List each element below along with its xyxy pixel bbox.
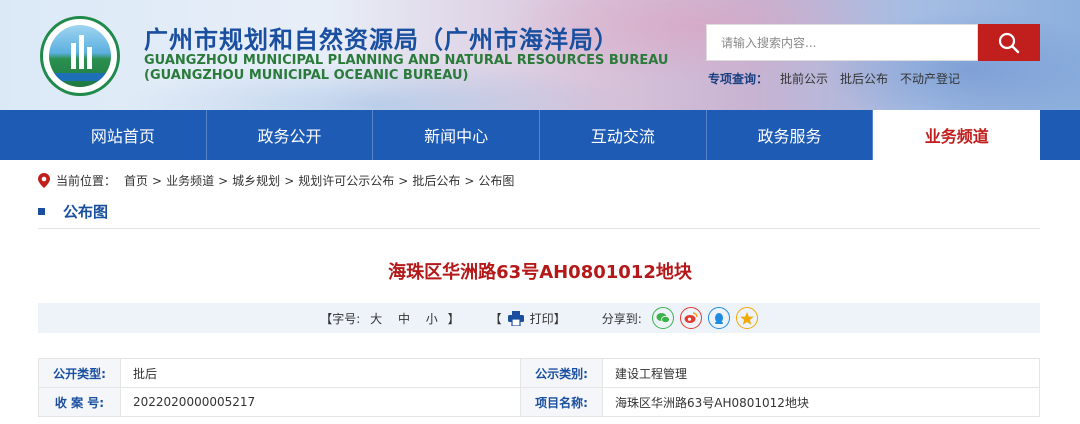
breadcrumb-separator: > <box>464 173 475 188</box>
quick-link-post-publication[interactable]: 批后公布 <box>840 70 888 87</box>
site-title-cn: 广州市规划和自然资源局（广州市海洋局） <box>144 26 619 54</box>
qq-icon[interactable] <box>707 307 730 329</box>
breadcrumb-business-channel[interactable]: 业务频道 <box>166 172 214 189</box>
quick-query-label: 专项查询： <box>708 72 769 86</box>
location-pin-icon <box>38 173 50 188</box>
font-size-large[interactable]: 大 <box>370 312 382 326</box>
table-label: 项目名称: <box>520 387 603 417</box>
breadcrumb-label: 当前位置： <box>56 174 117 188</box>
divider <box>38 228 1040 229</box>
breadcrumb-post-publication[interactable]: 批后公布 <box>412 172 460 189</box>
wechat-icon[interactable] <box>651 307 674 329</box>
share-bar: 分享到: <box>602 307 758 329</box>
nav-interaction[interactable]: 互动交流 <box>540 110 707 160</box>
font-size-control: 【字号: 大 中 小 】 <box>320 310 459 327</box>
printer-icon <box>507 310 524 326</box>
search-placeholder: 请输入搜索内容... <box>721 36 817 50</box>
nav-government-affairs[interactable]: 政务公开 <box>207 110 374 160</box>
table-label: 公示类别: <box>520 358 603 388</box>
table-value: 建设工程管理 <box>602 358 1040 388</box>
section-heading: 公布图 <box>38 201 108 222</box>
quick-query: 专项查询： 批前公示 批后公布 不动产登记 <box>708 70 960 87</box>
breadcrumb-urban-planning[interactable]: 城乡规划 <box>232 172 280 189</box>
breadcrumb-home[interactable]: 首页 <box>124 172 148 189</box>
info-table: 公开类型: 批后 公示类别: 建设工程管理 收 案 号: 20220200000… <box>38 358 1040 417</box>
font-size-medium[interactable]: 中 <box>398 312 410 326</box>
quick-link-pre-publicity[interactable]: 批前公示 <box>780 70 828 87</box>
nav-home[interactable]: 网站首页 <box>40 110 207 160</box>
font-size-label: 【字号: <box>320 311 361 326</box>
site-title-en: GUANGZHOU MUNICIPAL PLANNING AND NATURAL… <box>144 53 669 68</box>
nav-services[interactable]: 政务服务 <box>707 110 874 160</box>
qzone-icon[interactable] <box>735 307 758 329</box>
document-title: 海珠区华洲路63号AH0801012地块 <box>388 262 692 283</box>
table-value: 2022020000005217 <box>120 387 521 417</box>
table-value: 批后 <box>120 358 521 388</box>
print-bracket-open: 【 <box>489 311 502 326</box>
print-button[interactable]: 【 打印 】 <box>490 310 566 327</box>
search-icon <box>998 32 1020 53</box>
main-nav: 网站首页 政务公开 新闻中心 互动交流 政务服务 业务频道 <box>0 110 1080 160</box>
breadcrumb-separator: > <box>152 173 163 188</box>
weibo-icon[interactable] <box>679 307 702 329</box>
article-toolbar: 【字号: 大 中 小 】 【 打印 】 分享到: <box>38 303 1040 333</box>
table-label: 收 案 号: <box>38 387 121 417</box>
nav-news[interactable]: 新闻中心 <box>373 110 541 160</box>
font-size-small[interactable]: 小 <box>426 312 438 326</box>
table-row: 收 案 号: 2022020000005217 项目名称: 海珠区华洲路63号A… <box>38 387 1040 417</box>
breadcrumb-permit-publicity[interactable]: 规划许可公示公布 <box>298 172 394 189</box>
print-bracket-close: 】 <box>553 311 566 326</box>
search-input[interactable]: 请输入搜索内容... <box>706 24 978 61</box>
font-size-close: 】 <box>447 311 460 326</box>
search-button[interactable] <box>978 24 1040 61</box>
table-label: 公开类型: <box>38 358 121 388</box>
breadcrumb-current[interactable]: 公布图 <box>478 172 514 189</box>
section-title: 公布图 <box>63 203 109 221</box>
share-label: 分享到: <box>601 311 642 326</box>
site-title-en-sub: (GUANGZHOU MUNICIPAL OCEANIC BUREAU) <box>144 68 469 83</box>
square-bullet-icon <box>38 208 45 215</box>
quick-link-real-estate[interactable]: 不动产登记 <box>900 70 960 87</box>
breadcrumb-separator: > <box>218 173 229 188</box>
breadcrumb-separator: > <box>284 173 295 188</box>
breadcrumb: 当前位置： 首页 > 业务频道 > 城乡规划 > 规划许可公示公布 > 批后公布… <box>38 172 514 189</box>
nav-business-channel[interactable]: 业务频道 <box>873 110 1041 160</box>
site-header: 广州市规划和自然资源局（广州市海洋局） GUANGZHOU MUNICIPAL … <box>0 0 1080 110</box>
table-row: 公开类型: 批后 公示类别: 建设工程管理 <box>38 358 1040 388</box>
breadcrumb-separator: > <box>398 173 409 188</box>
print-label: 打印 <box>529 311 554 326</box>
bureau-logo[interactable] <box>40 16 120 96</box>
table-value: 海珠区华洲路63号AH0801012地块 <box>602 387 1040 417</box>
